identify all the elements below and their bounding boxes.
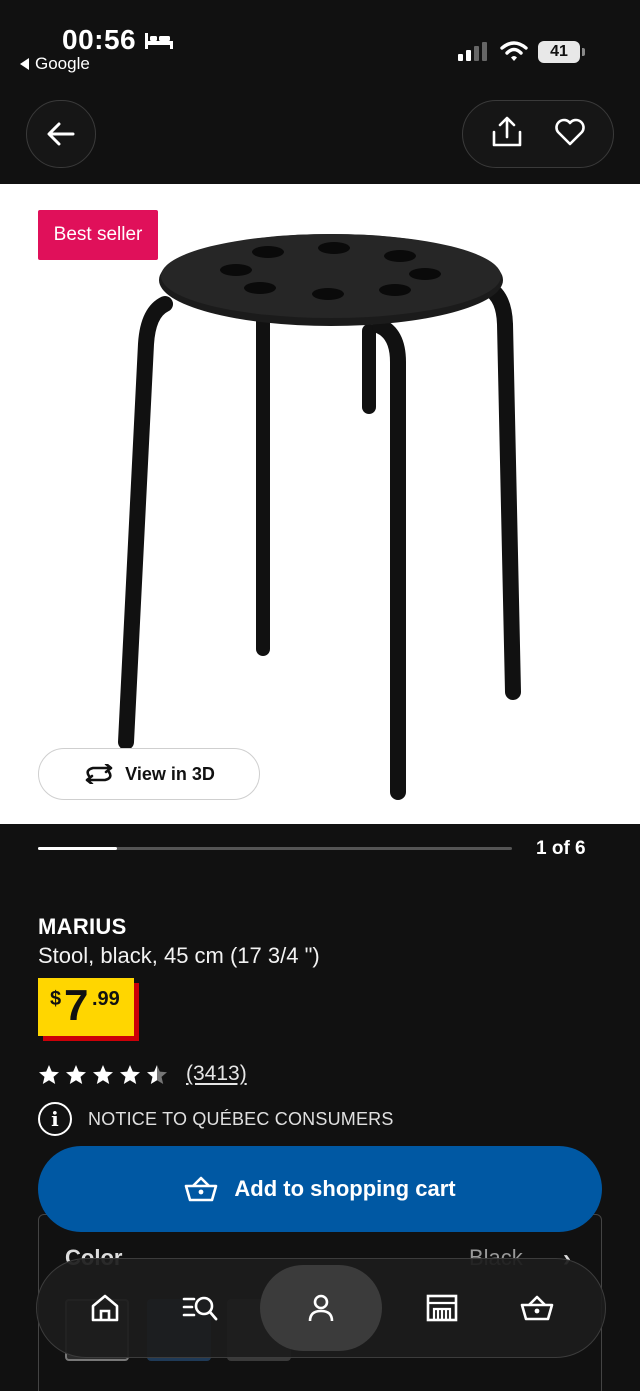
star-icon: [39, 1064, 59, 1084]
bottom-tab-bar: [36, 1258, 606, 1358]
best-seller-badge: Best seller: [38, 210, 158, 260]
home-icon: [91, 1294, 118, 1322]
tab-cart[interactable]: [502, 1273, 572, 1343]
carousel-progress-fill: [38, 847, 117, 850]
person-icon: [308, 1294, 334, 1322]
quebec-notice[interactable]: i NOTICE TO QUÉBEC CONSUMERS: [38, 1102, 394, 1136]
nav-actions: [462, 100, 614, 168]
bed-icon: [145, 33, 173, 49]
star-icon: [66, 1064, 86, 1084]
status-time: 00:56: [62, 24, 137, 55]
signal-icon: [458, 42, 487, 61]
wifi-icon: [500, 41, 528, 61]
back-button[interactable]: [26, 100, 96, 168]
info-icon: i: [38, 1102, 72, 1136]
price-currency: $: [50, 988, 62, 1010]
battery-level: 41: [550, 43, 568, 60]
price-cents: .99: [92, 988, 120, 1010]
rotate-icon: [85, 764, 113, 784]
product-name: MARIUS: [38, 914, 127, 939]
star-icon: [93, 1064, 113, 1084]
heart-icon: [555, 118, 585, 145]
tab-profile[interactable]: [259, 1265, 382, 1351]
view-in-3d-label: View in 3D: [125, 763, 215, 784]
back-triangle-icon: [20, 58, 29, 70]
stool-image: [118, 234, 521, 800]
status-bar: 00:56 Google 41: [0, 0, 640, 90]
star-icon: [147, 1064, 167, 1084]
product-description: Stool, black, 45 cm (17 3/4 "): [38, 943, 320, 968]
store-icon: [426, 1294, 458, 1322]
carousel-count: 1 of 6: [536, 838, 586, 859]
price-whole: 7: [64, 981, 89, 1030]
rating-stars: [38, 1064, 168, 1085]
share-icon: [492, 116, 522, 146]
search-icon: [182, 1296, 218, 1321]
favorite-button[interactable]: [554, 117, 586, 152]
battery-icon: 41: [538, 41, 585, 63]
tab-home[interactable]: [70, 1273, 140, 1343]
back-to-app-link[interactable]: Google: [20, 54, 90, 74]
rating[interactable]: (3413): [38, 1062, 247, 1086]
product-image[interactable]: Best seller View in 3D: [0, 184, 640, 824]
share-button[interactable]: [490, 116, 524, 153]
basket-icon: [521, 1295, 554, 1321]
review-count-link[interactable]: (3413): [186, 1062, 247, 1086]
carousel-progress: [38, 847, 512, 850]
back-app-label: Google: [35, 54, 90, 73]
price-tag: $ 7 .99: [38, 978, 134, 1036]
view-in-3d-button[interactable]: View in 3D: [38, 748, 260, 800]
basket-icon: [185, 1176, 218, 1202]
star-icon: [120, 1064, 140, 1084]
tab-store[interactable]: [407, 1273, 477, 1343]
back-arrow-icon: [47, 122, 75, 146]
add-to-cart-label: Add to shopping cart: [234, 1176, 456, 1201]
quebec-notice-label: NOTICE TO QUÉBEC CONSUMERS: [88, 1108, 394, 1129]
tab-search[interactable]: [165, 1273, 235, 1343]
add-to-cart-button[interactable]: Add to shopping cart: [38, 1146, 602, 1232]
